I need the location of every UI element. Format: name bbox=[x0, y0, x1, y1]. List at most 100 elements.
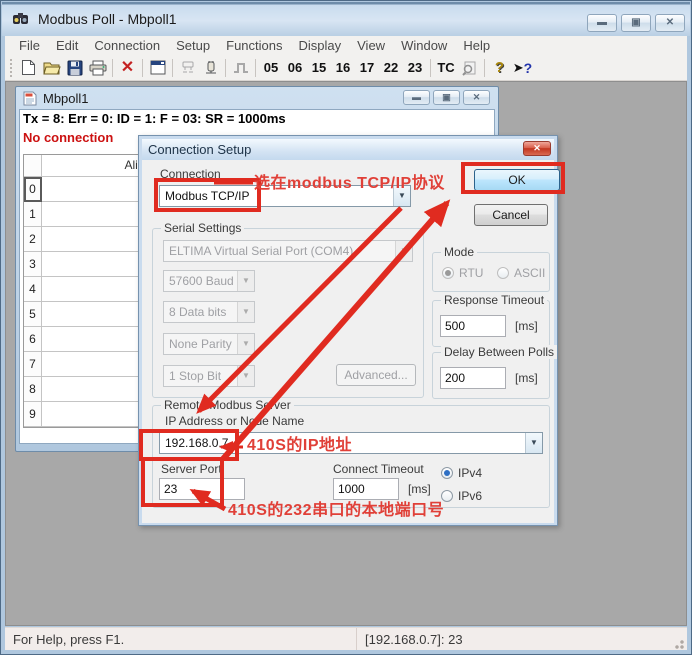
menu-help[interactable]: Help bbox=[455, 37, 498, 54]
poll-once-icon[interactable] bbox=[229, 57, 252, 79]
help-icon[interactable]: ? bbox=[488, 57, 511, 79]
row-header-4[interactable]: 4 bbox=[24, 277, 42, 302]
main-window: Modbus Poll - Mbpoll1 ▬ ▣ ✕ File Edit Co… bbox=[0, 0, 692, 655]
restore-button[interactable]: ▣ bbox=[621, 14, 651, 32]
child-close-button[interactable]: ✕ bbox=[463, 90, 490, 105]
child-restore-button[interactable]: ▣ bbox=[433, 90, 460, 105]
ip-address-label: IP Address or Node Name bbox=[165, 414, 304, 428]
function-23-button[interactable]: 23 bbox=[403, 57, 427, 79]
mbpoll1-titlebar[interactable]: Mbpoll1 ▬ ▣ ✕ bbox=[16, 87, 498, 109]
connect-timeout-unit: [ms] bbox=[408, 482, 431, 496]
delay-label: Delay Between Polls bbox=[441, 345, 557, 359]
menu-file[interactable]: File bbox=[11, 37, 48, 54]
function-06-button[interactable]: 06 bbox=[283, 57, 307, 79]
menu-setup[interactable]: Setup bbox=[168, 37, 218, 54]
chevron-down-icon: ▼ bbox=[525, 433, 542, 453]
grid-corner-cell[interactable] bbox=[24, 155, 42, 177]
main-titlebar[interactable]: Modbus Poll - Mbpoll1 ▬ ▣ ✕ bbox=[2, 2, 690, 36]
ipv4-radio[interactable]: IPv4 bbox=[441, 466, 482, 480]
toolbar-separator bbox=[225, 59, 226, 77]
dialog-close-button[interactable]: ✕ bbox=[523, 141, 551, 156]
document-icon bbox=[23, 91, 37, 106]
serial-port-select: ELTIMA Virtual Serial Port (COM4)▼ bbox=[163, 240, 413, 262]
delay-between-polls-group: Delay Between Polls [ms] bbox=[432, 352, 550, 399]
new-file-icon[interactable] bbox=[17, 57, 40, 79]
context-help-icon[interactable]: ➤? bbox=[511, 57, 534, 79]
chevron-down-icon: ▼ bbox=[237, 271, 254, 291]
status-connection-text: [192.168.0.7]: 23 bbox=[356, 628, 671, 650]
row-header-6[interactable]: 6 bbox=[24, 327, 42, 352]
setup-window-icon[interactable] bbox=[146, 57, 169, 79]
function-05-button[interactable]: 05 bbox=[259, 57, 283, 79]
function-15-button[interactable]: 15 bbox=[307, 57, 331, 79]
chevron-down-icon: ▼ bbox=[237, 302, 254, 322]
menu-connection[interactable]: Connection bbox=[86, 37, 168, 54]
response-timeout-group: Response Timeout [ms] bbox=[432, 300, 550, 347]
toolbar-separator bbox=[430, 59, 431, 77]
dialog-titlebar[interactable]: Connection Setup ✕ bbox=[142, 139, 554, 160]
parity-select: None Parity▼ bbox=[163, 333, 255, 355]
menu-functions[interactable]: Functions bbox=[218, 37, 290, 54]
ipv6-radio[interactable]: IPv6 bbox=[441, 489, 482, 503]
radio-icon bbox=[442, 267, 454, 279]
radio-icon bbox=[441, 467, 453, 479]
delay-input[interactable] bbox=[440, 367, 506, 389]
function-16-button[interactable]: 16 bbox=[331, 57, 355, 79]
menu-edit[interactable]: Edit bbox=[48, 37, 86, 54]
toolbar-separator bbox=[142, 59, 143, 77]
chevron-down-icon: ▼ bbox=[237, 366, 254, 386]
connect-icon[interactable] bbox=[176, 57, 199, 79]
cancel-button[interactable]: Cancel bbox=[474, 204, 548, 226]
connection-setup-dialog: Connection Setup ✕ Connection Modbus TCP… bbox=[138, 135, 558, 526]
open-file-icon[interactable] bbox=[40, 57, 63, 79]
protocol-annotation: 选在modbus TCP/IP协议 bbox=[254, 169, 445, 193]
serial-settings-group: Serial Settings ELTIMA Virtual Serial Po… bbox=[152, 228, 424, 398]
function-22-button[interactable]: 22 bbox=[379, 57, 403, 79]
disconnect-icon[interactable] bbox=[199, 57, 222, 79]
response-timeout-input[interactable] bbox=[440, 315, 506, 337]
port-annotation: 410S的232串口的本地端口号 bbox=[228, 496, 444, 520]
window-title: Modbus Poll - Mbpoll1 bbox=[38, 11, 177, 27]
row-header-3[interactable]: 3 bbox=[24, 252, 42, 277]
menu-bar: File Edit Connection Setup Functions Dis… bbox=[5, 36, 687, 55]
row-header-7[interactable]: 7 bbox=[24, 352, 42, 377]
menu-window[interactable]: Window bbox=[393, 37, 455, 54]
toolbar-separator bbox=[172, 59, 173, 77]
baud-rate-select: 57600 Baud▼ bbox=[163, 270, 255, 292]
advanced-button: Advanced... bbox=[336, 364, 416, 386]
minimize-button[interactable]: ▬ bbox=[587, 14, 617, 32]
remote-modbus-server-group: Remote Modbus Server IP Address or Node … bbox=[152, 405, 550, 508]
menu-view[interactable]: View bbox=[349, 37, 393, 54]
toolbar: ✕ 05 06 15 16 17 22 23 TC ? ➤? bbox=[5, 55, 687, 81]
delete-icon[interactable]: ✕ bbox=[116, 57, 139, 79]
ascii-radio: ASCII bbox=[497, 266, 545, 280]
row-header-2[interactable]: 2 bbox=[24, 227, 42, 252]
row-header-1[interactable]: 1 bbox=[24, 202, 42, 227]
row-header-0[interactable]: 0 bbox=[24, 177, 42, 202]
row-header-9[interactable]: 9 bbox=[24, 402, 42, 427]
row-header-8[interactable]: 8 bbox=[24, 377, 42, 402]
child-minimize-button[interactable]: ▬ bbox=[403, 90, 430, 105]
test-center-button[interactable]: TC bbox=[434, 57, 458, 79]
poll-status-line: Tx = 8: Err = 0: ID = 1: F = 03: SR = 10… bbox=[23, 111, 286, 126]
response-timeout-unit: [ms] bbox=[515, 319, 538, 333]
function-17-button[interactable]: 17 bbox=[355, 57, 379, 79]
mdi-client-area: Mbpoll1 ▬ ▣ ✕ Tx = 8: Err = 0: ID = 1: F… bbox=[5, 81, 687, 626]
status-bar: For Help, press F1. [192.168.0.7]: 23 bbox=[5, 627, 687, 650]
mbpoll1-title: Mbpoll1 bbox=[43, 91, 89, 106]
ok-button[interactable]: OK bbox=[474, 169, 560, 191]
log-view-icon[interactable] bbox=[458, 57, 481, 79]
serial-settings-label: Serial Settings bbox=[161, 221, 244, 235]
toolbar-separator bbox=[112, 59, 113, 77]
radio-icon bbox=[497, 267, 509, 279]
connection-status: No connection bbox=[23, 130, 113, 145]
print-icon[interactable] bbox=[86, 57, 109, 79]
menu-display[interactable]: Display bbox=[291, 37, 350, 54]
save-icon[interactable] bbox=[63, 57, 86, 79]
toolbar-separator bbox=[484, 59, 485, 77]
connect-timeout-label: Connect Timeout bbox=[333, 462, 424, 476]
row-header-5[interactable]: 5 bbox=[24, 302, 42, 327]
close-button[interactable]: ✕ bbox=[655, 14, 685, 32]
toolbar-grip[interactable] bbox=[10, 59, 14, 77]
resize-grip[interactable] bbox=[671, 636, 685, 650]
